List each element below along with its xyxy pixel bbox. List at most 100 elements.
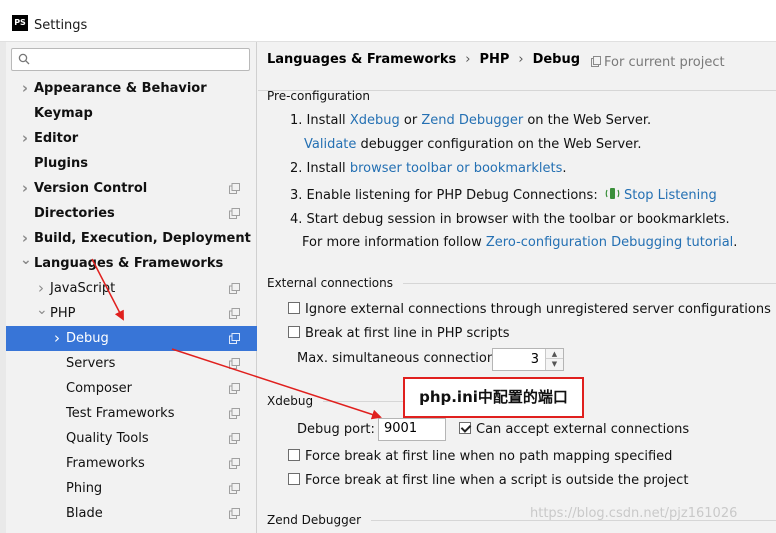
preconfig-step-4: 4. Start debug session in browser with t… <box>290 212 730 227</box>
chevron-right-icon[interactable]: › <box>20 176 30 201</box>
sidebar-item-php[interactable]: ⌄ PHP <box>6 301 257 326</box>
ignore-external-option[interactable]: Ignore external connections through unre… <box>288 302 771 317</box>
breadcrumb-separator: › <box>465 52 471 67</box>
breadcrumb-languages: Languages & Frameworks <box>267 52 457 67</box>
accept-external-checkbox[interactable] <box>459 422 471 434</box>
sidebar-item-label: Test Frameworks <box>66 406 175 421</box>
step1-suffix: on the Web Server. <box>527 113 652 128</box>
chevron-right-icon[interactable]: › <box>52 326 62 351</box>
for-current-project-note: For current project <box>591 55 725 70</box>
project-scope-icon <box>229 433 240 444</box>
sidebar-item-languages-frameworks[interactable]: ⌄ Languages & Frameworks <box>6 251 257 276</box>
sidebar-item-label: Servers <box>66 356 116 371</box>
sidebar-item-label: Appearance & Behavior <box>34 81 207 96</box>
stop-listening-link[interactable]: Stop Listening <box>624 188 717 203</box>
sidebar-item-label: Directories <box>34 206 115 221</box>
xdebug-section-title: Xdebug <box>267 394 413 408</box>
validate-link[interactable]: Validate <box>304 137 356 152</box>
sidebar-item-label: Languages & Frameworks <box>34 256 224 271</box>
sidebar-item-label: JavaScript <box>50 281 116 296</box>
sidebar-item-debug[interactable]: › Debug <box>6 326 257 351</box>
sidebar-item-servers[interactable]: Servers <box>6 351 257 376</box>
max-connections-spinner[interactable]: 3 ▲ ▼ <box>492 348 564 371</box>
zend-title: Zend Debugger <box>267 513 362 527</box>
spinner-down-icon[interactable]: ▼ <box>546 359 563 369</box>
project-scope-icon <box>229 308 240 319</box>
sidebar-item-javascript[interactable]: › JavaScript <box>6 276 257 301</box>
sidebar-item-composer[interactable]: Composer <box>6 376 257 401</box>
sidebar-item-label: Frameworks <box>66 456 145 471</box>
title-bar: PS Settings <box>0 0 776 42</box>
more-info-suffix: . <box>733 235 738 250</box>
break-first-line-checkbox[interactable] <box>288 326 300 338</box>
debug-port-label: Debug port: <box>297 422 375 437</box>
step1-or: or <box>403 113 418 128</box>
debug-port-value: 9001 <box>384 421 418 436</box>
sidebar-item-plugins[interactable]: Plugins <box>6 151 257 176</box>
breadcrumb-separator: › <box>518 52 524 67</box>
project-scope-icon <box>229 508 240 519</box>
step4-text: 4. Start debug session in browser with t… <box>290 212 730 227</box>
sidebar-item-keymap[interactable]: Keymap <box>6 101 257 126</box>
sidebar-item-build-execution-deployment[interactable]: › Build, Execution, Deployment <box>6 226 257 251</box>
section-divider <box>402 283 776 284</box>
spinner-up-icon[interactable]: ▲ <box>546 349 563 359</box>
sidebar-item-directories[interactable]: Directories <box>6 201 257 226</box>
chevron-right-icon[interactable]: › <box>36 276 46 301</box>
accept-external-label: Can accept external connections <box>476 422 690 437</box>
sidebar-item-version-control[interactable]: › Version Control <box>6 176 257 201</box>
sidebar-item-label: Keymap <box>34 106 93 121</box>
sidebar-item-label: Composer <box>66 381 133 396</box>
sidebar-item-blade[interactable]: Blade <box>6 501 257 526</box>
break-first-line-label: Break at first line in PHP scripts <box>305 326 510 341</box>
spinner-buttons: ▲ ▼ <box>545 349 563 370</box>
xdebug-link[interactable]: Xdebug <box>350 113 400 128</box>
sidebar-item-phing[interactable]: Phing <box>6 476 257 501</box>
step2-prefix: 2. Install <box>290 161 346 176</box>
sidebar-item-appearance-behavior[interactable]: › Appearance & Behavior <box>6 76 257 101</box>
force-break-no-mapping-checkbox[interactable] <box>288 449 300 461</box>
for-current-project-label: For current project <box>604 55 725 70</box>
sidebar-item-frameworks[interactable]: Frameworks <box>6 451 257 476</box>
phone-listening-icon[interactable] <box>605 186 620 201</box>
step3-prefix: 3. Enable listening for PHP Debug Connec… <box>290 188 598 203</box>
sidebar-item-label: Blade <box>66 506 103 521</box>
sidebar-item-label: Editor <box>34 131 79 146</box>
breadcrumb: Languages & Frameworks › PHP › Debug <box>267 52 580 67</box>
force-break-no-mapping-option[interactable]: Force break at first line when no path m… <box>288 449 672 464</box>
validate-suffix: debugger configuration on the Web Server… <box>360 137 642 152</box>
debug-settings-panel: Languages & Frameworks › PHP › Debug For cur… <box>258 42 776 533</box>
zend-debugger-link[interactable]: Zend Debugger <box>421 113 523 128</box>
chevron-right-icon[interactable]: › <box>20 126 30 151</box>
window-title: Settings <box>34 18 88 33</box>
accept-external-option[interactable]: Can accept external connections <box>459 422 689 437</box>
external-section-title: External connections <box>267 276 776 290</box>
chevron-right-icon[interactable]: › <box>20 226 30 251</box>
chevron-down-icon[interactable]: ⌄ <box>20 251 32 276</box>
browser-toolbar-link[interactable]: browser toolbar or bookmarklets <box>350 161 563 176</box>
sidebar-item-test-frameworks[interactable]: Test Frameworks <box>6 401 257 426</box>
max-connections-label: Max. simultaneous connections: <box>297 351 507 366</box>
watermark: https://blog.csdn.net/pjz161026 <box>530 506 738 521</box>
zero-config-tutorial-link[interactable]: Zero-configuration Debugging tutorial <box>486 235 733 250</box>
force-break-outside-label: Force break at first line when a script … <box>305 473 689 488</box>
preconfig-step-1: 1. Install Xdebug or Zend Debugger on th… <box>290 113 651 128</box>
ignore-external-checkbox[interactable] <box>288 302 300 314</box>
sidebar-item-quality-tools[interactable]: Quality Tools <box>6 426 257 451</box>
sidebar-item-editor[interactable]: › Editor <box>6 126 257 151</box>
search-input[interactable] <box>11 48 250 71</box>
preconfig-section-title: Pre-configuration <box>267 89 370 103</box>
chevron-down-icon[interactable]: ⌄ <box>36 301 48 326</box>
search-icon <box>18 53 30 65</box>
force-break-outside-checkbox[interactable] <box>288 473 300 485</box>
break-first-line-option[interactable]: Break at first line in PHP scripts <box>288 326 510 341</box>
sidebar-item-label: Debug <box>66 331 109 346</box>
project-scope-icon <box>229 458 240 469</box>
project-scope-icon <box>229 283 240 294</box>
chevron-right-icon[interactable]: › <box>20 76 30 101</box>
force-break-outside-option[interactable]: Force break at first line when a script … <box>288 473 688 488</box>
debug-port-input[interactable]: 9001 <box>378 418 446 441</box>
project-scope-icon <box>229 183 240 194</box>
ignore-external-label: Ignore external connections through unre… <box>305 302 771 317</box>
sidebar-item-label: Build, Execution, Deployment <box>34 231 251 246</box>
